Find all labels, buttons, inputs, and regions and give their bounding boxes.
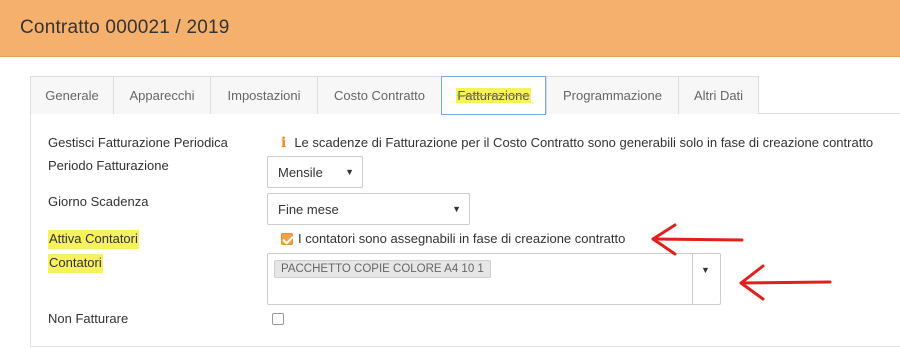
tab-impostazioni[interactable]: Impostazioni [210, 76, 318, 114]
contatori-multiselect[interactable]: PACCHETTO COPIE COLORE A4 10 1 ▼ [267, 253, 721, 305]
giorno-scadenza-select[interactable]: Fine mese ▼ [267, 193, 470, 225]
periodo-fatturazione-select[interactable]: Mensile ▼ [267, 156, 363, 188]
page-title: Contratto 000021 / 2019 [20, 17, 230, 38]
caret-down-icon: ▼ [701, 265, 710, 275]
non-fatturare-label: Non Fatturare [48, 311, 129, 326]
caret-down-icon: ▼ [345, 167, 354, 177]
contatori-label: Contatori [48, 254, 103, 273]
tab-label: Fatturazione [456, 88, 531, 103]
contatore-tag[interactable]: PACCHETTO COPIE COLORE A4 10 1 [274, 260, 491, 278]
attiva-contatori-checkbox[interactable] [281, 233, 293, 245]
contatori-text: Contatori [48, 254, 103, 273]
giorno-scadenza-label: Giorno Scadenza [48, 194, 149, 209]
annotation-arrow [651, 223, 744, 256]
attiva-contatori-text: Attiva Contatori [48, 230, 139, 249]
giorno-scadenza-value: Fine mese [278, 201, 339, 217]
contatori-dropdown-button[interactable]: ▼ [692, 254, 720, 304]
periodo-fatturazione-label: Periodo Fatturazione [48, 158, 169, 173]
tab-costo-contratto[interactable]: Costo Contratto [317, 76, 442, 114]
info-icon: i [281, 135, 287, 151]
tab-label: Programmazione [563, 88, 662, 103]
tab-apparecchi[interactable]: Apparecchi [113, 76, 211, 114]
caret-down-icon: ▼ [452, 204, 461, 214]
periodo-fatturazione-value: Mensile [278, 164, 323, 180]
tab-programmazione[interactable]: Programmazione [546, 76, 679, 114]
non-fatturare-checkbox[interactable] [272, 313, 284, 325]
tab-generale[interactable]: Generale [30, 76, 114, 114]
attiva-contatori-label: Attiva Contatori [48, 230, 139, 249]
tab-fatturazione[interactable]: Fatturazione [441, 76, 546, 115]
tab-altri-dati[interactable]: Altri Dati [678, 76, 759, 114]
page-header: Contratto 000021 / 2019 [0, 0, 900, 57]
tab-label: Impostazioni [227, 88, 301, 103]
tab-bar: Generale Apparecchi Impostazioni Costo C… [30, 76, 900, 115]
gestisci-fatturazione-label: Gestisci Fatturazione Periodica [48, 135, 228, 150]
tab-label: Apparecchi [129, 88, 195, 103]
info-message: i Le scadenze di Fatturazione per il Cost… [281, 135, 873, 151]
info-text: Le scadenze di Fatturazione per il Costo… [294, 135, 874, 150]
tab-label: Costo Contratto [333, 88, 426, 103]
annotation-arrow [739, 264, 832, 301]
attiva-contatori-description: I contatori sono assegnabili in fase di … [298, 231, 626, 246]
tab-label: Altri Dati [693, 88, 744, 103]
tab-label: Generale [45, 88, 99, 103]
